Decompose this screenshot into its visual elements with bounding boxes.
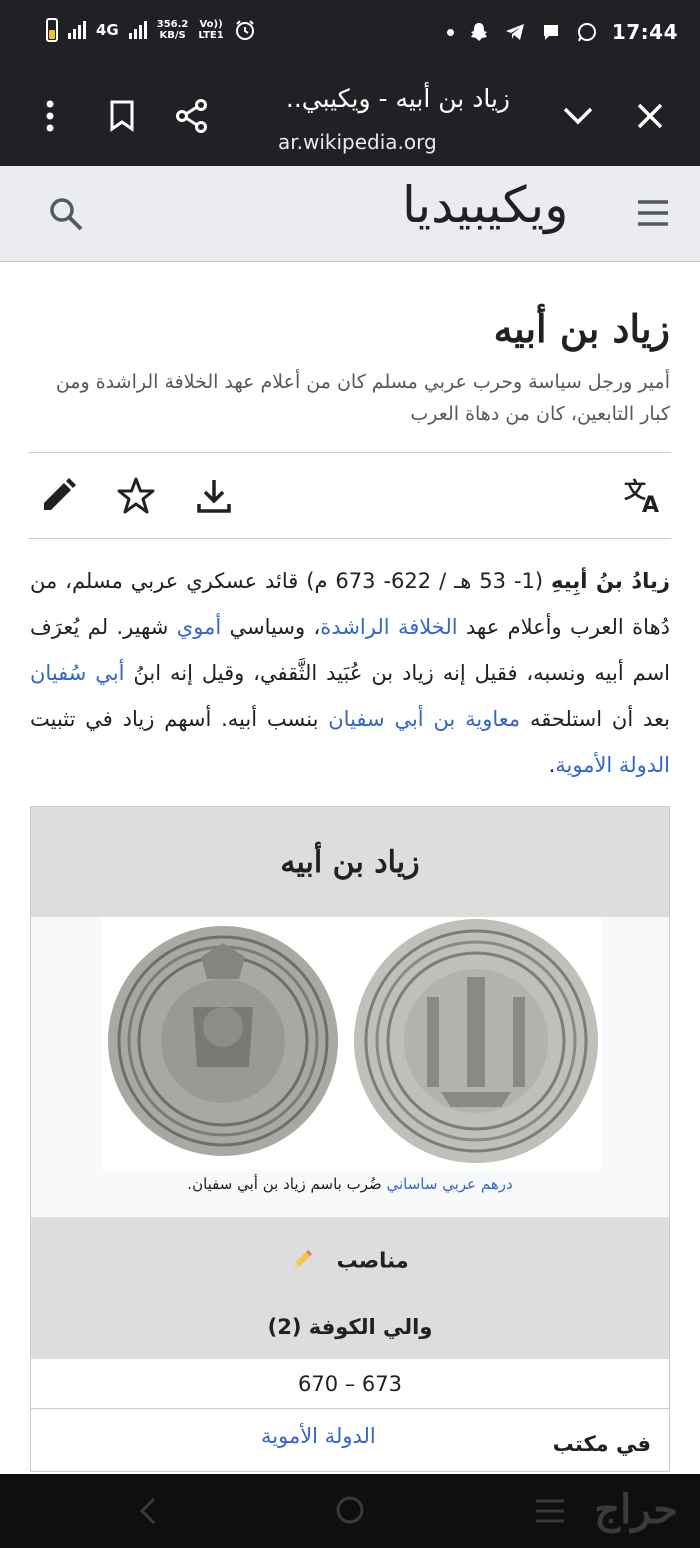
- browser-toolbar: زياد بن أبيه - ويكيبي.. ar.wikipedia.org: [0, 66, 700, 166]
- section-heading: مناصب: [31, 1247, 669, 1276]
- wikipedia-logo[interactable]: ويكيبيديا: [402, 176, 568, 234]
- divider: [28, 538, 671, 539]
- home-icon[interactable]: [334, 1494, 366, 1530]
- infobox-title: زياد بن أبيه: [31, 807, 669, 917]
- lead-text: بعد أن استلحقه: [520, 707, 670, 731]
- recents-icon[interactable]: [534, 1498, 566, 1528]
- page-title: زياد بن أبيه: [493, 306, 670, 351]
- snapchat-icon: [470, 23, 487, 41]
- lead-text: بنسب أبيه. أسهم زياد في تثبيت: [30, 707, 329, 731]
- chevron-down-icon[interactable]: [556, 94, 600, 138]
- link-umayyad-state[interactable]: الدولة الأموية: [555, 753, 670, 777]
- wiki-header: ويكيبيديا: [0, 166, 700, 262]
- dot-icon: [446, 28, 454, 36]
- volte-top: Vo)): [199, 19, 223, 30]
- tab-title[interactable]: زياد بن أبيه - ويكيبي..: [286, 84, 510, 113]
- message-icon: [543, 25, 558, 40]
- pencil-icon[interactable]: [291, 1247, 315, 1276]
- telegram-icon: [505, 24, 524, 40]
- watermark: حراج: [594, 1486, 678, 1533]
- volte-bottom: LTE1: [198, 30, 224, 41]
- link-muawiya[interactable]: معاوية بن أبي سفيان: [328, 707, 520, 731]
- alarm-icon: [235, 20, 254, 40]
- link-rashidun-caliphate[interactable]: الخلافة الراشدة: [320, 615, 457, 639]
- back-icon[interactable]: [136, 1496, 160, 1530]
- network-speed: 356.2 KB/S: [157, 19, 189, 41]
- system-navbar: حراج: [0, 1474, 700, 1548]
- svg-text:A: A: [642, 493, 659, 516]
- positions-section: مناصب والي الكوفة (2): [31, 1217, 669, 1359]
- position-title: والي الكوفة (2): [267, 1315, 433, 1339]
- section-heading-label: مناصب: [336, 1248, 409, 1273]
- more-vert-icon[interactable]: [28, 94, 72, 138]
- infobox: زياد بن أبيه درهم عربي ساساني ضُرب باسم …: [30, 806, 670, 1472]
- caption-link[interactable]: درهم عربي ساساني: [386, 1175, 512, 1193]
- bookmark-icon[interactable]: [100, 94, 144, 138]
- short-description: أمير ورجل سياسة وحرب عربي مسلم كان من أع…: [55, 371, 670, 425]
- share-icon[interactable]: [170, 94, 214, 138]
- link-abu-sufyan[interactable]: أبي سُفيان: [30, 661, 124, 685]
- coin-picture[interactable]: [101, 917, 601, 1169]
- search-icon[interactable]: [46, 194, 86, 238]
- subject-name: زيادُ بنُ أبِيهِ: [551, 569, 671, 593]
- speed-value: 356.2: [156, 19, 189, 30]
- link-umayyad[interactable]: أموي: [177, 615, 221, 639]
- status-bar: 4G 356.2 KB/S Vo)) LTE1 17:44: [0, 0, 700, 66]
- divider: [28, 452, 671, 453]
- speed-unit: KB/S: [159, 30, 186, 41]
- battery-icon: [46, 18, 58, 42]
- signal-icon-2: [128, 21, 147, 39]
- coin-image[interactable]: [31, 917, 669, 1217]
- translate-icon[interactable]: 文A: [622, 476, 662, 518]
- status-right: 17:44: [446, 20, 678, 44]
- in-office-row: الدولة الأموية في مكتب: [31, 1410, 669, 1471]
- url-text[interactable]: ar.wikipedia.org: [278, 130, 437, 154]
- close-icon[interactable]: [628, 94, 672, 138]
- download-icon[interactable]: [194, 476, 234, 516]
- star-icon[interactable]: [116, 476, 156, 516]
- status-left: 4G 356.2 KB/S Vo)) LTE1: [46, 18, 256, 42]
- signal-icon: [68, 21, 86, 39]
- network-type: 4G: [96, 21, 119, 39]
- whatsapp-icon: [577, 23, 596, 42]
- term-dates: 670 – 673: [31, 1359, 669, 1409]
- volte-indicator: Vo)) LTE1: [198, 19, 223, 41]
- clock: 17:44: [611, 20, 678, 44]
- lead-paragraph: زيادُ بنُ أبِيهِ (1- 53 هـ / 622- 673 م)…: [30, 558, 670, 788]
- in-office-value[interactable]: الدولة الأموية: [261, 1424, 376, 1448]
- lead-text: ، وسياسي: [221, 615, 321, 639]
- menu-icon[interactable]: [636, 198, 670, 232]
- caption-text: ضُرب باسم زياد بن أبي سفيان.: [187, 1175, 387, 1193]
- in-office-label: في مكتب: [552, 1432, 651, 1456]
- image-caption: درهم عربي ساساني ضُرب باسم زياد بن أبي س…: [31, 1175, 669, 1193]
- edit-icon[interactable]: [38, 476, 78, 516]
